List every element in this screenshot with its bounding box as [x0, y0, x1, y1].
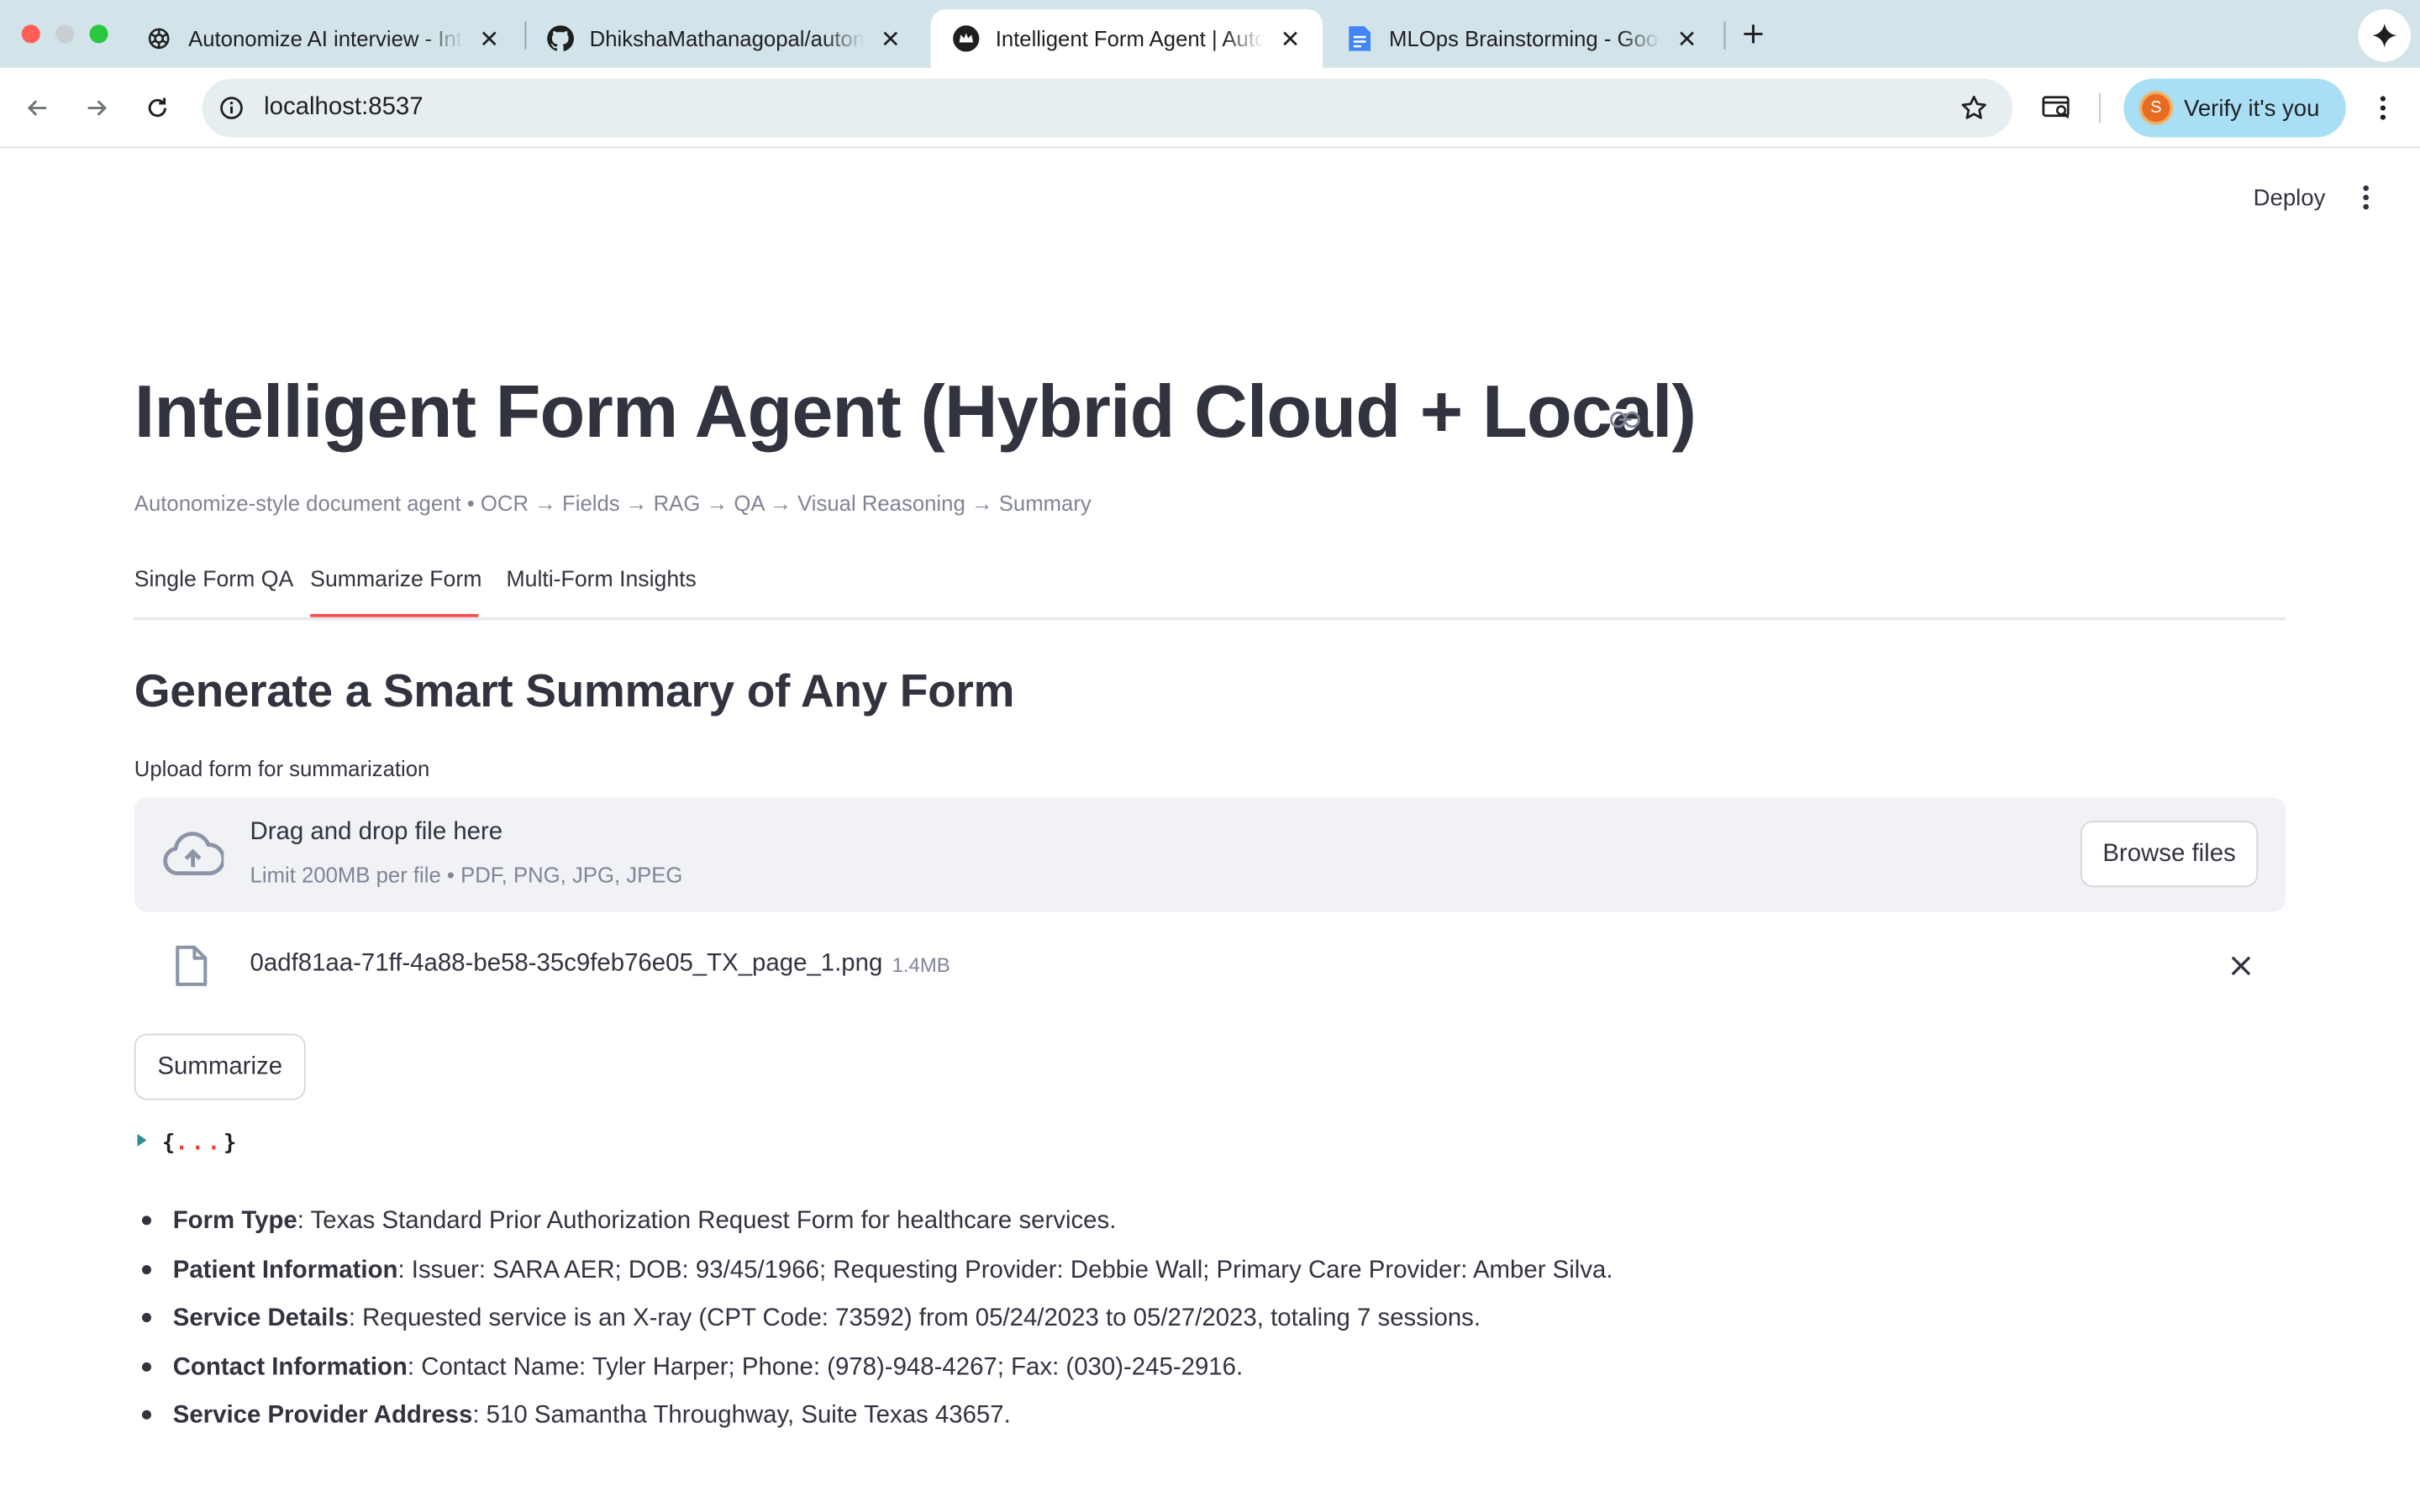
summary-list: Form Type: Texas Standard Prior Authoriz… [141, 1197, 2180, 1441]
dropzone-title: Drag and drop file here [250, 819, 503, 846]
browser-tab-4[interactable]: MLOps Brainstorming - Google Docs [1324, 9, 1719, 68]
verify-label: Verify it's you [2183, 94, 2320, 122]
uploader-label: Upload form for summarization [134, 756, 430, 781]
streamlit-crown-icon [952, 24, 980, 52]
browser-tab-2[interactable]: DhikshaMathanagopal/autonomize-form-agen… [524, 9, 923, 68]
close-icon[interactable] [476, 24, 503, 52]
window-close-button[interactable] [21, 24, 40, 44]
openai-icon [145, 24, 173, 52]
verify-profile-button[interactable]: S Verify it's you [2123, 78, 2346, 138]
summary-item-text: : Issuer: SARA AER; DOB: 93/45/1966; Req… [397, 1257, 1613, 1284]
close-icon[interactable] [876, 24, 904, 52]
dropzone-limit-text: Limit 200MB per file • PDF, PNG, JPG, JP… [250, 862, 683, 888]
browser-tab-3-active[interactable]: Intelligent Form Agent | Autonomize [930, 9, 1323, 68]
summary-item-label: Service Details [172, 1305, 349, 1332]
summary-item-text: : Requested service is an X-ray (CPT Cod… [348, 1305, 1481, 1332]
tab-summarize-form[interactable]: Summarize Form [310, 568, 481, 614]
app-menu-kebab-icon[interactable] [2346, 176, 2386, 218]
app-tab-bar: Single Form QA Summarize Form Multi-Form… [134, 559, 2286, 621]
browser-tab-title: Intelligent Form Agent | Autonomize [995, 26, 1265, 51]
browser-tab-title: DhikshaMathanagopal/autonomize-form-agen… [589, 26, 865, 51]
uploaded-file-size: 1.4MB [892, 953, 950, 977]
browser-toolbar: localhost:8537 S Verify it's you [0, 67, 2420, 149]
tab-search-icon[interactable] [2037, 88, 2077, 129]
screen: Autonomize AI interview - Interview prep… [0, 0, 2420, 1512]
remove-file-close-icon[interactable] [2224, 949, 2258, 983]
browser-tab-title: Autonomize AI interview - Interview prep [188, 26, 463, 51]
address-bar[interactable]: localhost:8537 [202, 78, 2013, 138]
file-icon [171, 942, 212, 989]
gemini-sparkle-icon[interactable] [2358, 9, 2411, 62]
file-dropzone[interactable]: Drag and drop file here Limit 200MB per … [134, 797, 2286, 912]
summary-item-label: Contact Information [172, 1353, 408, 1380]
summary-item-contact-information: Contact Information: Contact Name: Tyler… [141, 1343, 2180, 1392]
active-tab-indicator [310, 614, 479, 617]
summary-item-service-provider-address: Service Provider Address: 510 Samantha T… [141, 1392, 2180, 1441]
anchor-link-icon[interactable] [1610, 404, 1641, 435]
close-icon[interactable] [1276, 24, 1304, 52]
reload-icon[interactable] [137, 88, 177, 129]
summary-item-form-type: Form Type: Texas Standard Prior Authoriz… [141, 1197, 2180, 1246]
window-minimize-button[interactable] [55, 24, 75, 44]
json-open-brace: { [161, 1131, 176, 1156]
cloud-upload-icon [162, 828, 224, 880]
toolbar-divider [2098, 92, 2101, 123]
tab-single-form-qa[interactable]: Single Form QA [134, 568, 293, 614]
summary-item-label: Patient Information [172, 1257, 398, 1284]
json-expand-caret-icon[interactable] [134, 1131, 150, 1149]
page-caption: Autonomize-style document agent • OCR → … [134, 491, 1092, 516]
browser-tab-title: MLOps Brainstorming - Google Docs [1389, 26, 1660, 51]
deploy-button[interactable]: Deploy [2232, 176, 2347, 218]
uploaded-file-row: 0adf81aa-71ff-4a88-be58-35c9feb76e05_TX_… [134, 931, 2286, 1001]
summary-item-patient-information: Patient Information: Issuer: SARA AER; D… [141, 1246, 2180, 1294]
forward-arrow-icon[interactable] [77, 88, 118, 129]
tab-multi-form-insights[interactable]: Multi-Form Insights [506, 568, 696, 614]
github-icon [546, 24, 574, 52]
bookmark-star-icon[interactable] [1959, 92, 1990, 123]
section-heading: Generate a Smart Summary of Any Form [134, 666, 1015, 718]
browser-menu-kebab-icon[interactable] [2363, 88, 2403, 129]
new-tab-button[interactable] [1734, 15, 1771, 52]
uploaded-file-name: 0adf81aa-71ff-4a88-be58-35c9feb76e05_TX_… [250, 950, 883, 977]
json-ellipsis: ... [175, 1131, 224, 1156]
google-docs-icon [1346, 24, 1374, 52]
back-arrow-icon[interactable] [17, 88, 57, 129]
page-title: Intelligent Form Agent (Hybrid Cloud + L… [134, 371, 1697, 454]
site-info-icon[interactable] [216, 92, 247, 123]
summary-item-label: Form Type [172, 1208, 297, 1235]
browser-tab-strip: Autonomize AI interview - Interview prep… [0, 0, 2420, 68]
summary-item-text: : Texas Standard Prior Authorization Req… [297, 1208, 1117, 1235]
json-viewer-collapsed[interactable]: {...} [162, 1131, 236, 1155]
summary-item-label: Service Provider Address [172, 1402, 473, 1429]
summary-item-text: : Contact Name: Tyler Harper; Phone: (97… [407, 1353, 1244, 1380]
tab-divider [1723, 21, 1726, 50]
summarize-button[interactable]: Summarize [134, 1033, 306, 1100]
avatar: S [2139, 91, 2174, 125]
browser-tab-1[interactable]: Autonomize AI interview - Interview prep [124, 9, 522, 68]
summary-item-text: : 510 Samantha Throughway, Suite Texas 4… [472, 1402, 1011, 1429]
browse-files-button[interactable]: Browse files [2080, 821, 2259, 888]
json-close-brace: } [223, 1131, 237, 1156]
summary-item-service-details: Service Details: Requested service is an… [141, 1294, 2180, 1343]
close-icon[interactable] [1673, 24, 1701, 52]
url-text[interactable]: localhost:8537 [264, 94, 424, 122]
window-maximize-button[interactable] [89, 24, 108, 44]
